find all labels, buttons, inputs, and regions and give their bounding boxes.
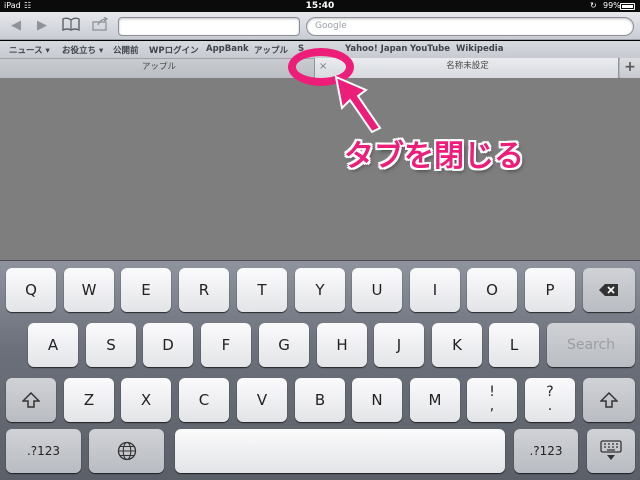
shift-key-left[interactable]: [6, 378, 56, 422]
battery-percent: 99%: [603, 1, 621, 10]
key-exclaim-comma[interactable]: ! ,: [467, 378, 517, 422]
key-h[interactable]: H: [317, 323, 367, 367]
shift-key-right[interactable]: [583, 378, 635, 422]
address-bar[interactable]: [118, 17, 300, 36]
bookmark-item[interactable]: WPログイン: [149, 44, 199, 56]
page-content: [0, 78, 640, 260]
globe-key[interactable]: [89, 429, 164, 473]
forward-icon[interactable]: ▶: [32, 17, 52, 35]
globe-icon: [117, 441, 136, 461]
tab-untitled[interactable]: 名称未設定 ×: [314, 58, 619, 78]
key-u[interactable]: U: [352, 268, 402, 312]
numbers-key-right[interactable]: .?123: [514, 429, 578, 473]
rotation-lock-icon: ↻: [590, 1, 597, 10]
hide-keyboard-icon: [600, 440, 622, 460]
key-question-period[interactable]: ? .: [525, 378, 575, 422]
backspace-key[interactable]: [583, 268, 635, 312]
key-b[interactable]: B: [295, 378, 345, 422]
key-g[interactable]: G: [259, 323, 309, 367]
key-z[interactable]: Z: [64, 378, 114, 422]
key-k[interactable]: K: [432, 323, 482, 367]
key-top-char: !: [489, 384, 495, 400]
key-n[interactable]: N: [352, 378, 402, 422]
bookmark-item[interactable]: 公開前: [113, 44, 139, 56]
key-v[interactable]: V: [237, 378, 287, 422]
tab-apple[interactable]: アップル: [0, 59, 318, 78]
new-tab-button[interactable]: +: [620, 58, 640, 78]
key-top-char: ?: [546, 384, 554, 400]
annotation-label: タブを閉じる: [344, 139, 524, 174]
share-icon[interactable]: [90, 16, 112, 35]
key-d[interactable]: D: [143, 323, 193, 367]
bookmark-item[interactable]: YouTube: [410, 44, 450, 54]
key-j[interactable]: J: [374, 323, 424, 367]
bookmark-item[interactable]: AppBank: [206, 44, 249, 54]
status-bar: iPad ☷ 15:40 ↻ 99%: [0, 0, 640, 12]
key-y[interactable]: Y: [295, 268, 345, 312]
search-field[interactable]: Google: [306, 17, 634, 36]
key-bottom-char: ,: [489, 398, 495, 414]
key-t[interactable]: T: [237, 268, 287, 312]
shift-icon: [21, 391, 41, 408]
bookmark-item[interactable]: Yahoo! Japan: [345, 44, 407, 54]
highlight-ring: [288, 48, 354, 86]
bookmark-item[interactable]: アップル: [254, 44, 288, 56]
browser-toolbar: ◀ ▶ Google: [0, 12, 640, 40]
space-key[interactable]: [175, 429, 505, 473]
key-m[interactable]: M: [410, 378, 460, 422]
bookmark-item[interactable]: Wikipedia: [456, 44, 503, 54]
bookmark-item[interactable]: ニュース ▾: [9, 44, 50, 56]
backspace-icon: [599, 284, 618, 296]
bookmarks-icon[interactable]: [60, 17, 82, 35]
key-c[interactable]: C: [179, 378, 229, 422]
key-r[interactable]: R: [179, 268, 229, 312]
key-a[interactable]: A: [28, 323, 78, 367]
key-l[interactable]: L: [489, 323, 539, 367]
key-f[interactable]: F: [201, 323, 251, 367]
key-e[interactable]: E: [121, 268, 171, 312]
clock: 15:40: [305, 1, 335, 11]
key-i[interactable]: I: [410, 268, 460, 312]
numbers-key-left[interactable]: .?123: [6, 429, 81, 473]
key-o[interactable]: O: [467, 268, 517, 312]
key-s[interactable]: S: [86, 323, 136, 367]
key-p[interactable]: P: [525, 268, 575, 312]
search-key[interactable]: Search: [547, 323, 635, 367]
key-x[interactable]: X: [121, 378, 171, 422]
hide-keyboard-key[interactable]: [587, 429, 635, 473]
key-bottom-char: .: [547, 398, 553, 414]
shift-icon: [599, 391, 619, 408]
tab-label: 名称未設定: [446, 61, 489, 71]
back-icon[interactable]: ◀: [6, 17, 26, 35]
key-q[interactable]: Q: [6, 268, 56, 312]
on-screen-keyboard: Q W E R T Y U I O P A S D F G H J K L Se…: [0, 260, 640, 480]
bookmark-item[interactable]: お役立ち ▾: [62, 44, 103, 56]
battery-icon: [620, 3, 635, 10]
key-w[interactable]: W: [64, 268, 114, 312]
